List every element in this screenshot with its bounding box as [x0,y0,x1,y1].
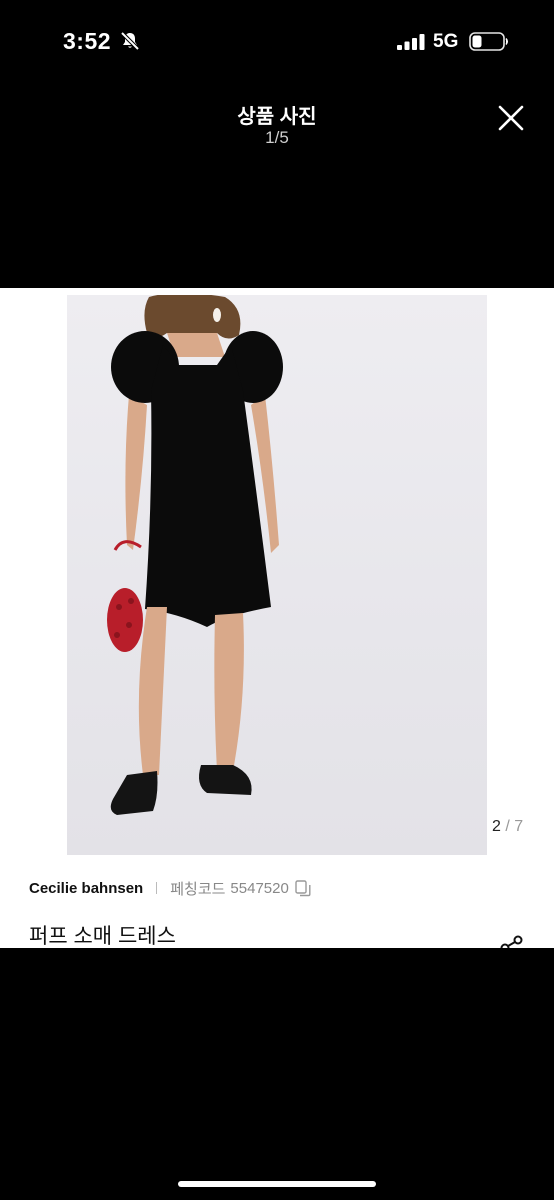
code-value: 5547520 [230,879,289,897]
image-counter-total: 7 [514,818,524,835]
close-button[interactable] [491,98,531,138]
battery-icon [469,32,508,51]
image-counter-separator: / [505,818,510,835]
page-counter: 1/5 [265,128,289,147]
copy-icon[interactable] [295,879,311,897]
close-icon [498,105,524,131]
model-illustration [107,295,283,815]
image-counter-current: 2 [492,818,501,835]
bell-slash-icon [120,31,140,51]
divider [156,882,158,894]
network-type: 5G [433,31,459,52]
photo-viewer-header: 상품 사진 1/5 [0,84,554,287]
image-counter: 2 / 7 [492,818,523,836]
product-card: 2 / 7 Cecilie bahnsen 페칭코드 5547520 퍼프 소매… [0,288,554,948]
home-indicator[interactable] [178,1181,376,1187]
product-title: 퍼프 소매 드레스 [29,925,176,948]
product-photo[interactable] [67,295,487,855]
status-time: 3:52 [63,28,112,54]
signal-icon [397,34,425,50]
status-bar: 3:52 5G [0,0,554,84]
brand-row: Cecilie bahnsen 페칭코드 5547520 [29,878,311,898]
share-icon[interactable] [498,934,526,948]
page-title: 상품 사진 [237,106,317,128]
code-label: 페칭코드 [170,880,226,898]
brand-name[interactable]: Cecilie bahnsen [29,880,143,897]
